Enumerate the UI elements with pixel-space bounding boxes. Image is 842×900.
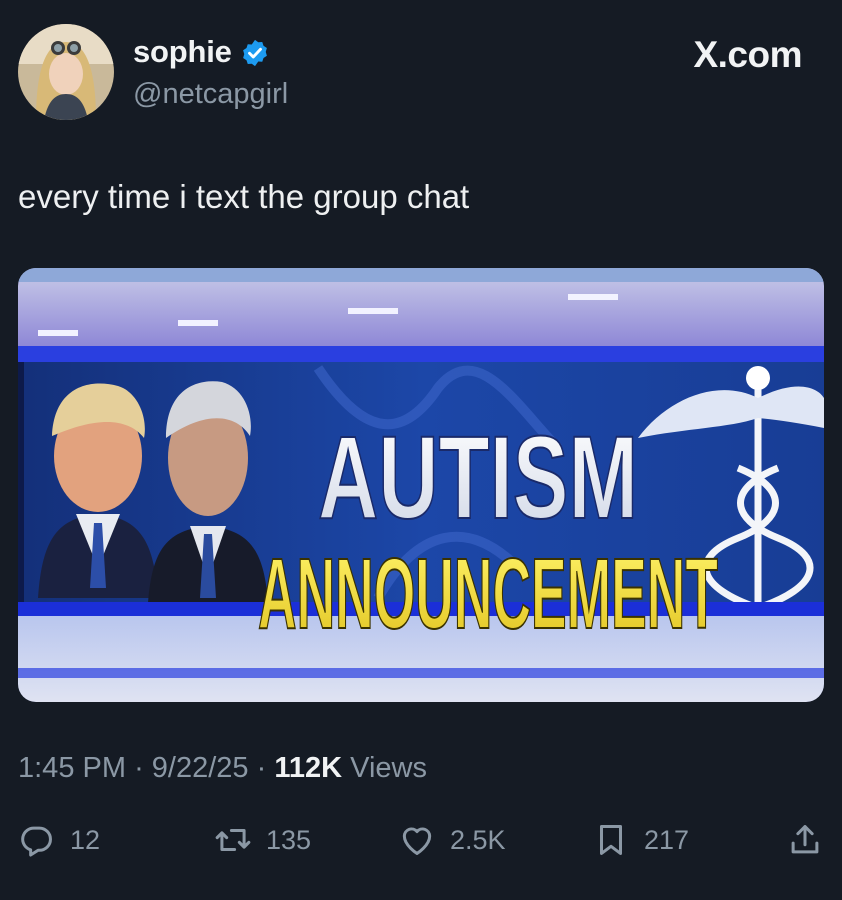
- views-label: Views: [350, 752, 427, 784]
- bookmark-button[interactable]: 217: [592, 815, 689, 865]
- reply-icon: [21, 826, 52, 857]
- repost-icon: [215, 828, 251, 852]
- meta-separator: ·: [256, 752, 267, 784]
- share-button[interactable]: [786, 815, 824, 865]
- avatar[interactable]: [18, 24, 114, 120]
- repost-button[interactable]: 135: [214, 815, 311, 865]
- action-bar: 12 135 2.5K 217: [0, 815, 842, 865]
- bookmark-count: 217: [644, 824, 690, 855]
- author-name-row[interactable]: sophie: [133, 34, 270, 70]
- meta-separator: ·: [134, 752, 144, 784]
- post-time[interactable]: 1:45 PM: [18, 752, 126, 784]
- verified-badge-icon: [240, 38, 270, 68]
- like-count: 2.5K: [450, 824, 506, 855]
- media-image: AUTISM ANNOUNCEMENT: [18, 268, 824, 702]
- heart-icon: [402, 827, 432, 855]
- avatar-image: [18, 24, 114, 120]
- headline-line2: ANNOUNCEMENT: [258, 538, 718, 650]
- like-button[interactable]: 2.5K: [398, 815, 506, 865]
- brand-logo: X.com: [693, 34, 802, 75]
- headline-line1: AUTISM: [318, 412, 638, 544]
- post-media[interactable]: AUTISM ANNOUNCEMENT: [18, 268, 824, 702]
- display-name[interactable]: sophie: [133, 34, 232, 70]
- bookmark-icon: [599, 825, 623, 855]
- post-meta: 1:45 PM · 9/22/25 · 112K Views: [18, 752, 427, 785]
- reply-button[interactable]: 12: [18, 815, 100, 865]
- repost-count: 135: [266, 824, 312, 855]
- post-text: every time i text the group chat: [18, 178, 470, 215]
- views-count: 112K: [274, 752, 343, 784]
- share-icon: [791, 825, 819, 854]
- reply-count: 12: [70, 824, 101, 855]
- post-date[interactable]: 9/22/25: [152, 752, 249, 784]
- handle[interactable]: @netcapgirl: [133, 78, 288, 111]
